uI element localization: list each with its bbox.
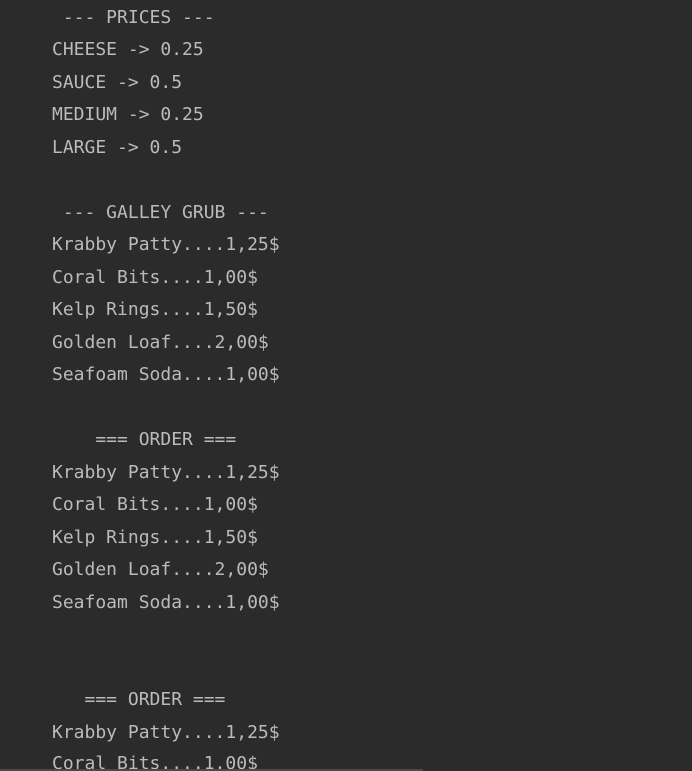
console-line: Krabby Patty....1,25$	[52, 722, 280, 743]
console-line: SAUCE -> 0.5	[52, 72, 183, 93]
console-line: Coral Bits....1,00$	[52, 267, 258, 288]
console-line: Kelp Rings....1,50$	[52, 299, 258, 320]
console-line: Seafoam Soda....1,00$	[52, 364, 280, 385]
console-line: --- GALLEY GRUB ---	[52, 202, 269, 223]
console-line: === ORDER ===	[52, 689, 226, 710]
console-line: Krabby Patty....1,25$	[52, 462, 280, 483]
console-line: Seafoam Soda....1,00$	[52, 592, 280, 613]
console-line: === ORDER ===	[52, 429, 237, 450]
console-line: --- PRICES ---	[52, 7, 215, 28]
console-line: MEDIUM -> 0.25	[52, 104, 204, 125]
console-line: Golden Loaf....2,00$	[52, 332, 269, 353]
console-line: Coral Bits....1,00$	[52, 494, 258, 515]
console-line: Krabby Patty....1,25$	[52, 234, 280, 255]
console-line: Golden Loaf....2,00$	[52, 559, 269, 580]
console-line: LARGE -> 0.5	[52, 137, 183, 158]
console-line: CHEESE -> 0.25	[52, 39, 204, 60]
console-line: Kelp Rings....1,50$	[52, 527, 258, 548]
console-output[interactable]: --- PRICES --- CHEESE -> 0.25 SAUCE -> 0…	[0, 0, 692, 771]
